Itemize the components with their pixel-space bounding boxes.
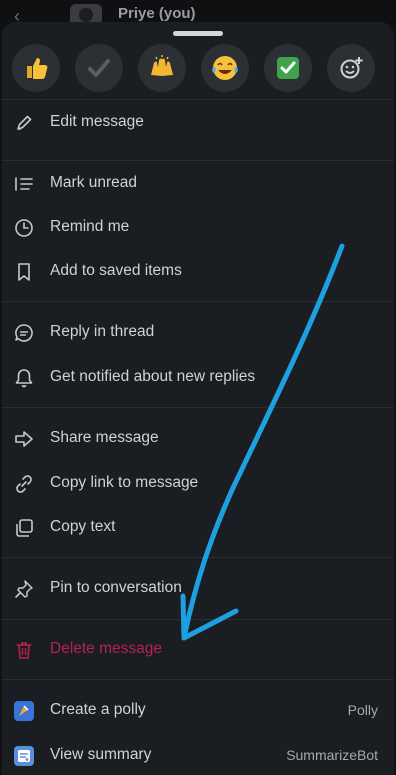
share-message-label: Share message — [50, 429, 159, 446]
view-summary-item[interactable]: View summary SummarizeBot — [2, 735, 394, 775]
create-polly-label: Create a polly — [50, 701, 146, 718]
quick-reactions-row — [2, 44, 394, 94]
mark-unread-item[interactable]: Mark unread — [2, 163, 394, 203]
edit-message-item[interactable]: Edit message — [2, 102, 394, 142]
reply-in-thread-label: Reply in thread — [50, 323, 155, 340]
add-reaction-button[interactable] — [327, 44, 375, 92]
copy-text-item[interactable]: Copy text — [2, 507, 394, 547]
divider — [2, 407, 394, 408]
polly-app-name: Polly — [347, 702, 378, 718]
add-to-saved-item[interactable]: Add to saved items — [2, 251, 394, 291]
summarizebot-app-name: SummarizeBot — [286, 747, 378, 763]
check-box-emoji-icon — [277, 57, 299, 79]
divider — [2, 160, 394, 161]
drag-handle[interactable] — [173, 31, 223, 36]
divider — [2, 99, 394, 100]
pin-icon — [15, 580, 33, 598]
divider — [2, 301, 394, 302]
reaction-check-mark[interactable] — [75, 44, 123, 92]
pin-to-conversation-item[interactable]: Pin to conversation — [2, 568, 394, 608]
divider — [2, 557, 394, 558]
share-arrow-icon — [15, 431, 33, 447]
reaction-thumbs-up[interactable] — [12, 44, 60, 92]
add-reaction-icon — [340, 57, 363, 79]
mark-unread-label: Mark unread — [50, 174, 138, 191]
bell-icon — [15, 369, 33, 388]
chat-user-name: Priye (you) — [118, 5, 196, 22]
view-summary-label: View summary — [50, 746, 152, 763]
copy-icon — [16, 519, 33, 537]
clock-icon — [15, 219, 33, 237]
pin-to-conversation-label: Pin to conversation — [50, 579, 182, 596]
delete-message-item[interactable]: Delete message — [2, 629, 394, 669]
get-notified-item[interactable]: Get notified about new replies — [2, 357, 394, 397]
trash-icon — [16, 642, 32, 659]
delete-message-label: Delete message — [50, 640, 163, 657]
copy-link-label: Copy link to message — [50, 474, 199, 491]
reaction-tears-of-joy[interactable] — [201, 44, 249, 92]
reaction-check-box[interactable] — [264, 44, 312, 92]
bookmark-icon — [18, 263, 30, 281]
tears-of-joy-emoji-icon — [212, 56, 238, 80]
thumbs-up-emoji-icon — [27, 58, 48, 79]
create-polly-item[interactable]: Create a polly Polly — [2, 690, 394, 730]
summarizebot-app-icon — [14, 746, 34, 766]
check-mark-emoji-icon — [88, 59, 110, 77]
add-to-saved-label: Add to saved items — [50, 262, 182, 279]
divider — [2, 619, 394, 620]
reply-in-thread-item[interactable]: Reply in thread — [2, 312, 394, 352]
link-icon — [16, 475, 32, 493]
reaction-raised-hands[interactable] — [138, 44, 186, 92]
share-message-item[interactable]: Share message — [2, 418, 394, 458]
copy-text-label: Copy text — [50, 518, 116, 535]
copy-link-item[interactable]: Copy link to message — [2, 463, 394, 503]
mark-unread-icon — [15, 177, 33, 191]
remind-me-label: Remind me — [50, 218, 130, 235]
polly-app-icon — [14, 701, 34, 721]
edit-message-label: Edit message — [50, 113, 144, 130]
message-actions-sheet: Edit message Mark unread Remind me Add t… — [2, 22, 394, 775]
divider — [2, 679, 394, 680]
pencil-icon — [17, 115, 32, 130]
raised-hands-emoji-icon — [151, 55, 173, 76]
get-notified-label: Get notified about new replies — [50, 368, 256, 385]
thread-bubble-icon — [15, 324, 33, 342]
remind-me-item[interactable]: Remind me — [2, 207, 394, 247]
